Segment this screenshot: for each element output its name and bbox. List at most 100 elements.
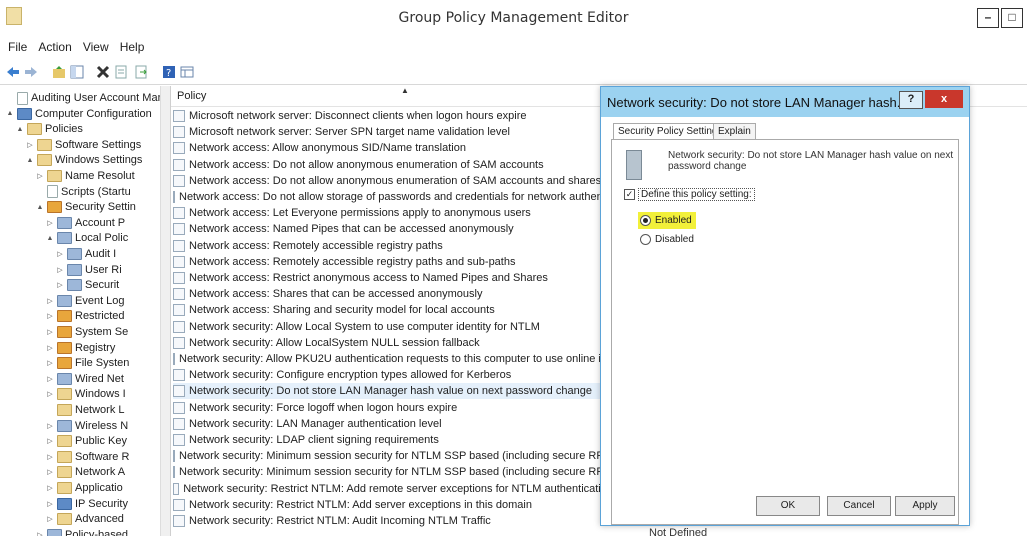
- policy-row[interactable]: Network security: Minimum session securi…: [173, 448, 624, 464]
- policy-row[interactable]: Network access: Named Pipes that can be …: [173, 221, 613, 237]
- tree-item[interactable]: ▷ Account P: [46, 215, 125, 231]
- expand-toggle-icon[interactable]: ▷: [46, 344, 54, 352]
- tree-item[interactable]: ▷ Public Key: [46, 433, 127, 449]
- define-policy-setting[interactable]: ✓ Define this policy setting:: [624, 188, 755, 201]
- expand-toggle-icon[interactable]: ▷: [26, 141, 34, 149]
- radio-enabled-dot[interactable]: [640, 215, 651, 226]
- policy-row[interactable]: Network access: Remotely accessible regi…: [173, 254, 613, 270]
- policy-row[interactable]: Network security: Restrict NTLM: Add rem…: [173, 481, 613, 497]
- expand-toggle-icon[interactable]: ▷: [46, 219, 54, 227]
- policy-row[interactable]: Network security: Minimum session securi…: [173, 464, 624, 480]
- delete-icon[interactable]: [96, 65, 110, 79]
- cancel-button[interactable]: Cancel: [827, 496, 891, 516]
- tree-item[interactable]: ▷ Network A: [46, 464, 125, 480]
- policy-row[interactable]: Network security: Allow PKU2U authentica…: [173, 351, 613, 367]
- policy-row[interactable]: Network security: Allow LocalSystem NULL…: [173, 335, 613, 351]
- expand-toggle-icon[interactable]: ▷: [46, 375, 54, 383]
- policy-row[interactable]: Network access: Shares that can be acces…: [173, 286, 613, 302]
- expand-toggle-icon[interactable]: ▷: [46, 297, 54, 305]
- policy-row[interactable]: Network access: Let Everyone permissions…: [173, 205, 613, 221]
- menu-file[interactable]: File: [8, 40, 27, 54]
- tree-item[interactable]: ▷ System Se: [46, 324, 128, 340]
- menu-help[interactable]: Help: [120, 40, 145, 54]
- tree-item[interactable]: ▷ Registry: [46, 340, 115, 356]
- expand-toggle-icon[interactable]: ▷: [56, 266, 64, 274]
- policy-row[interactable]: Network security: Do not store LAN Manag…: [173, 383, 613, 400]
- radio-enabled[interactable]: Enabled: [638, 212, 696, 229]
- radio-disabled-dot[interactable]: [640, 234, 651, 245]
- tree-item[interactable]: ▷ Audit I: [56, 246, 116, 262]
- tree-item[interactable]: ▷ Securit: [56, 277, 119, 293]
- column-header-policy[interactable]: Policy: [177, 90, 206, 102]
- help-icon[interactable]: ?: [162, 65, 176, 79]
- menu-action[interactable]: Action: [38, 40, 71, 54]
- expand-toggle-icon[interactable]: ▲: [26, 157, 34, 164]
- tree-item[interactable]: Auditing User Account Man: [6, 90, 164, 106]
- expand-toggle-icon[interactable]: ▲: [16, 126, 24, 133]
- view-details-icon[interactable]: [180, 65, 194, 79]
- expand-toggle-icon[interactable]: ▷: [56, 281, 64, 289]
- tree-item[interactable]: ▷ Applicatio: [46, 480, 123, 496]
- expand-toggle-icon[interactable]: ▷: [46, 328, 54, 336]
- export-list-icon[interactable]: [134, 65, 148, 79]
- policy-row[interactable]: Network security: Restrict NTLM: Add ser…: [173, 497, 613, 513]
- tree-item[interactable]: ▷ Event Log: [46, 293, 125, 309]
- tree-item[interactable]: ▲ Security Settin: [36, 199, 136, 215]
- tree-item[interactable]: ▷ Restricted: [46, 308, 125, 324]
- dialog-close-button[interactable]: x: [925, 90, 963, 108]
- tree-item[interactable]: ▷ User Ri: [56, 262, 122, 278]
- expand-toggle-icon[interactable]: ▷: [46, 422, 54, 430]
- expand-toggle-icon[interactable]: ▷: [36, 531, 44, 536]
- expand-toggle-icon[interactable]: ▷: [46, 453, 54, 461]
- tree-item[interactable]: ▷ Wired Net: [46, 371, 124, 387]
- policy-row[interactable]: Network security: Allow Local System to …: [173, 319, 613, 335]
- tree-item[interactable]: ▷ IP Security: [46, 496, 128, 512]
- expand-toggle-icon[interactable]: ▷: [56, 250, 64, 258]
- expand-toggle-icon[interactable]: ▷: [46, 312, 54, 320]
- tree-item[interactable]: ▲ Windows Settings: [26, 152, 142, 168]
- policy-row[interactable]: Network access: Do not allow anonymous e…: [173, 173, 613, 189]
- policy-row[interactable]: Network security: LAN Manager authentica…: [173, 416, 613, 432]
- dialog-help-button[interactable]: ?: [899, 91, 923, 109]
- expand-toggle-icon[interactable]: ▷: [46, 359, 54, 367]
- policy-row[interactable]: Network security: LDAP client signing re…: [173, 432, 613, 448]
- policy-row[interactable]: Network access: Remotely accessible regi…: [173, 238, 613, 254]
- policy-row[interactable]: Network access: Sharing and security mod…: [173, 302, 613, 318]
- ok-button[interactable]: OK: [756, 496, 820, 516]
- up-folder-icon[interactable]: [52, 65, 66, 79]
- tab-explain[interactable]: Explain: [713, 123, 756, 140]
- tree-item[interactable]: ▷ Software Settings: [26, 137, 141, 153]
- expand-toggle-icon[interactable]: ▲: [6, 110, 14, 117]
- properties-icon[interactable]: [114, 65, 128, 79]
- define-checkbox[interactable]: ✓: [624, 189, 635, 200]
- tree-item[interactable]: ▷ Advanced: [46, 511, 124, 527]
- expand-toggle-icon[interactable]: ▷: [36, 172, 44, 180]
- tree-item[interactable]: Network L: [46, 402, 125, 418]
- policy-row[interactable]: Network security: Force logoff when logo…: [173, 400, 613, 416]
- radio-disabled[interactable]: Disabled: [640, 234, 694, 245]
- tree-item[interactable]: ▲ Policies: [16, 121, 83, 137]
- expand-toggle-icon[interactable]: ▷: [46, 515, 54, 523]
- tree-item[interactable]: ▲ Computer Configuration: [6, 106, 152, 122]
- menu-view[interactable]: View: [83, 40, 109, 54]
- minimize-button[interactable]: –: [977, 8, 999, 28]
- apply-button[interactable]: Apply: [895, 496, 955, 516]
- policy-row[interactable]: Network access: Do not allow anonymous e…: [173, 157, 613, 173]
- expand-toggle-icon[interactable]: ▷: [46, 390, 54, 398]
- tree-item[interactable]: ▷ Windows I: [46, 386, 126, 402]
- policy-row[interactable]: Network security: Restrict NTLM: Audit I…: [173, 513, 613, 529]
- policy-row[interactable]: Microsoft network server: Disconnect cli…: [173, 108, 613, 124]
- policy-row[interactable]: Network access: Do not allow storage of …: [173, 189, 620, 205]
- expand-toggle-icon[interactable]: ▷: [46, 484, 54, 492]
- expand-toggle-icon[interactable]: ▷: [46, 500, 54, 508]
- show-hide-tree-icon[interactable]: [70, 65, 84, 79]
- maximize-button[interactable]: □: [1001, 8, 1023, 28]
- expand-toggle-icon[interactable]: ▲: [46, 235, 54, 242]
- forward-arrow-icon[interactable]: [24, 65, 38, 79]
- policy-row[interactable]: Network access: Restrict anonymous acces…: [173, 270, 613, 286]
- tree-item[interactable]: ▷ Wireless N: [46, 418, 128, 434]
- tree-item[interactable]: ▲ Local Polic: [46, 230, 128, 246]
- tree-scrollbar[interactable]: [160, 86, 170, 536]
- expand-toggle-icon[interactable]: ▷: [46, 468, 54, 476]
- tree-item[interactable]: ▷ Name Resolut: [36, 168, 135, 184]
